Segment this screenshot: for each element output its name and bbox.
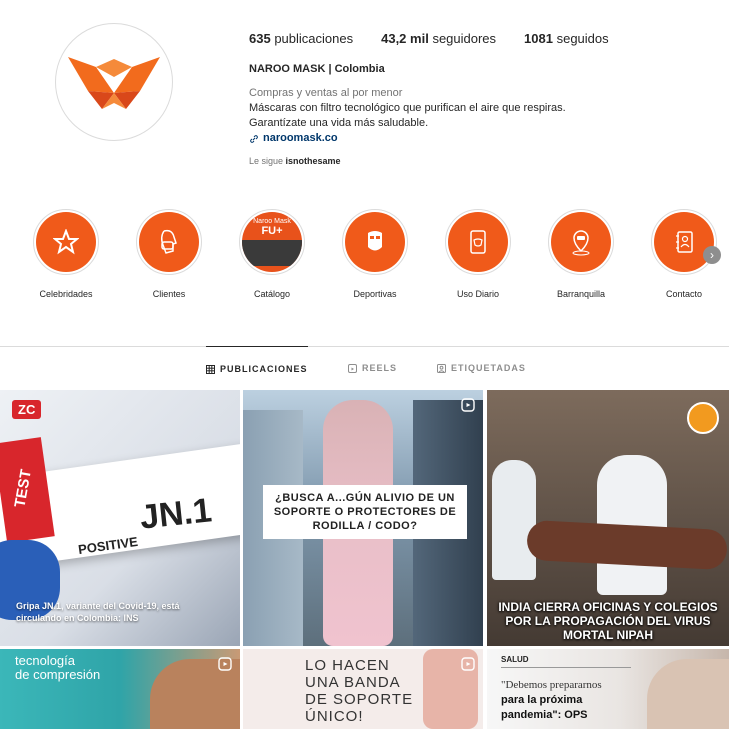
tag-underline [501,667,631,668]
sport-mask-icon [368,231,382,251]
highlight-celebridades[interactable]: Celebridades [14,209,118,299]
followed-by-prefix: Le sigue [249,156,284,166]
tab-etiquetadas[interactable]: ETIQUETADAS [437,346,526,390]
profile-link-text: naroomask.co [263,132,338,144]
reel-badge-icon [218,657,232,671]
bio-line-1: Máscaras con filtro tecnológico que puri… [249,102,566,114]
reel-badge-icon [461,657,475,671]
highlights-next-button[interactable]: › [703,246,721,264]
highlight-label: Clientes [152,289,186,299]
variant-code: JN.1 [138,491,214,537]
post-text: INDIA CIERRA OFICINAS Y COLEGIOS POR LA … [498,600,718,642]
tab-label: REELS [362,363,398,373]
stat-posts[interactable]: 635 publicaciones [249,31,353,46]
phone-mask-icon [470,230,486,254]
following-label: seguidos [556,31,609,46]
post-text-line1: tecnología [15,653,75,668]
highlight-label: Catálogo [253,289,291,299]
post-support-band[interactable]: LO HACEN UNA BANDA DE SOPORTE ÚNICO! [243,649,483,729]
reel-badge-icon [461,398,475,412]
post-knee-support[interactable]: ¿BUSCA A...GÚN ALIVIO DE UN SOPORTE O PR… [243,390,483,646]
profile-avatar[interactable] [55,23,173,141]
posts-label: publicaciones [274,31,354,46]
link-icon [250,134,258,143]
post-caption: Gripa JN.1, variante del Covid-19, está … [16,601,180,623]
highlight-deportivas[interactable]: Deportivas [323,209,427,299]
quote-line-3: pandemia": OPS [501,709,588,721]
profile-category: Compras y ventas al por menor [249,87,403,99]
chevron-right-icon: › [710,248,714,262]
catalog-overlay-main: FU+ [261,225,283,237]
naroo-logo-icon [68,57,160,109]
highlight-label: Contacto [665,289,703,299]
quote-line-1: "Debemos prepararnos [501,679,602,691]
profile-name: NAROO MASK | Colombia [249,63,385,75]
star-icon [53,229,79,255]
tab-label: PUBLICACIONES [220,364,308,374]
grid-icon [206,364,215,374]
stat-following[interactable]: 1081 seguidos [524,31,609,46]
post-text: LO HACEN UNA BANDA DE SOPORTE ÚNICO! [305,657,414,725]
post-covid-jn1[interactable]: ZC TEST JN.1 POSITIVE Gripa JN.1, varian… [0,390,240,646]
followers-label: seguidores [432,31,497,46]
highlight-label: Celebridades [39,289,93,299]
highlight-label: Barranquilla [556,289,606,299]
stat-followers[interactable]: 43,2 mil seguidores [381,31,496,46]
profile-bio: Compras y ventas al por menor Máscaras c… [249,86,649,146]
highlight-barranquilla[interactable]: Barranquilla [529,209,633,299]
post-nipah-virus[interactable]: INDIA CIERRA OFICINAS Y COLEGIOS POR LA … [487,390,729,646]
highlight-uso-diario[interactable]: Uso Diario [426,209,530,299]
followers-count: 43,2 mil [381,31,429,46]
highlight-label: Uso Diario [456,289,499,299]
tab-label: ETIQUETADAS [451,363,526,373]
channel-logo [687,402,719,434]
following-count: 1081 [524,31,553,46]
bio-line-2: Garantízate una vida más saludable. [249,117,429,129]
masked-face [647,659,729,729]
zc-badge: ZC [12,400,42,419]
profile-tabs: PUBLICACIONES REELS ETIQUETADAS [0,346,729,390]
highlight-label: Deportivas [353,289,397,299]
profile-link[interactable]: naroomask.co [249,131,649,146]
post-pandemic-ops[interactable]: SALUD "Debemos prepararnos para la próxi… [487,649,729,729]
followed-by-user: isnothesame [285,156,341,166]
profile-stats: 635 publicaciones 43,2 mil seguidores 10… [249,31,609,46]
reels-icon [348,363,357,373]
hazmat-worker-1 [492,460,536,580]
highlight-catalogo[interactable]: Naroo Mask FU+ Catálogo [220,209,324,299]
highlight-clientes[interactable]: Clientes [117,209,221,299]
post-compression[interactable]: tecnología de compresión [0,649,240,729]
tab-reels[interactable]: REELS [348,346,397,390]
post-text: ¿BUSCA A...GÚN ALIVIO DE UN SOPORTE O PR… [273,492,457,532]
location-pin-icon [572,230,590,256]
posts-count: 635 [249,31,271,46]
tagged-icon [437,363,446,373]
contact-book-icon [676,231,693,253]
post-text-line2: de compresión [15,667,101,682]
story-highlights: Celebridades Clientes Naroo Mask FU+ Cat… [0,209,729,309]
catalog-photo [242,240,302,266]
quote-line-2: para la próxima [501,694,583,706]
followed-by[interactable]: Le sigue isnothesame [249,156,341,166]
catalog-overlay-top: Naroo Mask [253,218,291,225]
mask-face-icon [160,229,177,254]
post-text-box: ¿BUSCA A...GÚN ALIVIO DE UN SOPORTE O PR… [263,485,467,539]
body-bag [526,519,728,571]
section-tag: SALUD [501,655,529,664]
tab-publicaciones[interactable]: PUBLICACIONES [206,346,308,391]
